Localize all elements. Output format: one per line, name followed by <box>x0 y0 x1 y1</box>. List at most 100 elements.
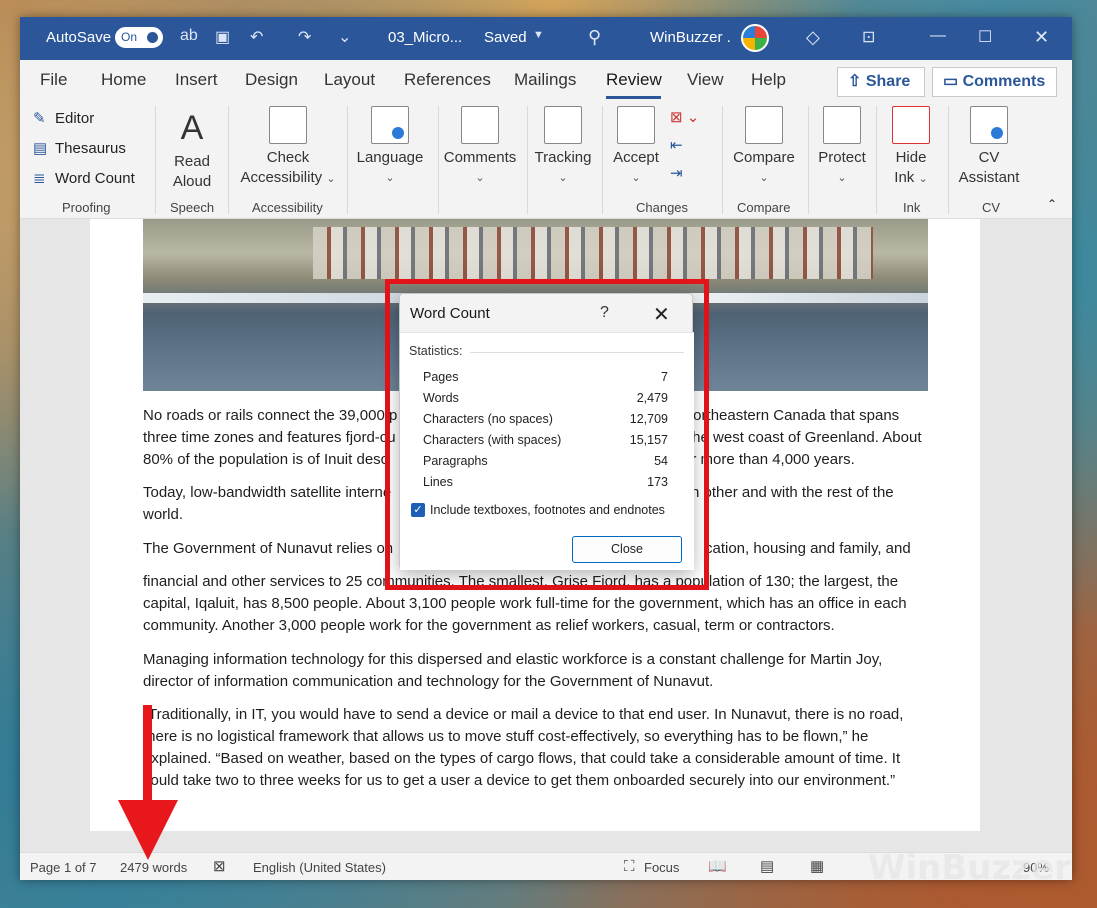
tab-insert[interactable]: Insert <box>175 70 218 90</box>
next-change-icon[interactable]: ⇥ <box>670 164 683 182</box>
text-line: “Traditionally, in IT, you would have to… <box>143 706 904 723</box>
text-line: explained. “Based on weather, based on t… <box>143 750 901 767</box>
tracking-button[interactable]: Tracking ⌄ <box>532 106 594 188</box>
comment-icon: ▭ <box>943 73 963 90</box>
language-indicator[interactable]: English (United States) <box>253 860 386 875</box>
tab-design[interactable]: Design <box>245 70 298 90</box>
tab-view[interactable]: View <box>687 70 724 90</box>
tab-help[interactable]: Help <box>751 70 786 90</box>
accept-label: Accept <box>613 149 659 166</box>
stat-label: Characters (with spaces) <box>423 433 562 447</box>
protect-button[interactable]: Protect ⌄ <box>814 106 870 188</box>
chevron-down-icon[interactable]: ▼ <box>533 29 544 41</box>
close-window-icon[interactable]: ✕ <box>1034 27 1049 48</box>
stat-row-words: Words 2,479 <box>423 391 668 405</box>
comments-button[interactable]: ▭ Comments <box>932 67 1057 97</box>
group-label-accessibility: Accessibility <box>252 200 323 215</box>
stat-label: Lines <box>423 475 453 489</box>
language-label: Language <box>356 149 424 166</box>
tab-home[interactable]: Home <box>101 70 146 90</box>
proofing-status-icon[interactable]: ⊠ <box>213 857 226 875</box>
check-label-1: Check <box>266 149 310 166</box>
dialog-title: Word Count <box>410 305 490 322</box>
reject-icon[interactable]: ⊠ ⌄ <box>670 108 699 126</box>
search-icon[interactable]: ⚲ <box>588 27 601 48</box>
hide-ink-button[interactable]: Hide Ink ⌄ <box>886 106 936 189</box>
read-aloud-icon: A <box>180 109 204 147</box>
spelling-icon[interactable]: ab <box>180 27 198 45</box>
text-line: the west coast of Greenland. About <box>688 429 922 446</box>
include-textboxes-checkbox[interactable]: ✓ <box>411 503 425 517</box>
word-count-button[interactable]: ≣ Word Count <box>33 169 135 187</box>
focus-label[interactable]: Focus <box>644 860 679 875</box>
share-button[interactable]: ⇧ Share <box>837 67 925 97</box>
read-mode-icon[interactable]: 📖 <box>708 857 727 875</box>
accept-button[interactable]: Accept ⌄ <box>608 106 664 188</box>
web-layout-icon[interactable]: ▦ <box>810 857 824 875</box>
avatar[interactable] <box>741 24 769 52</box>
autosave-toggle[interactable]: On <box>115 27 163 48</box>
save-icon[interactable]: ▣ <box>215 27 230 47</box>
redo-icon[interactable]: ↷ <box>298 27 311 47</box>
read-aloud-label-1: Read <box>174 153 210 170</box>
linkedin-icon <box>970 106 1008 144</box>
ribbon-separator <box>347 106 348 214</box>
user-name[interactable]: WinBuzzer . <box>650 29 731 46</box>
tab-review[interactable]: Review <box>606 70 662 90</box>
thesaurus-button[interactable]: ▤ Thesaurus <box>33 139 126 157</box>
ribbon-tabs: File Home Insert Design Layout Reference… <box>20 60 1072 102</box>
text-line: Managing information technology for this… <box>143 651 883 668</box>
editor-label: Editor <box>55 110 95 127</box>
print-layout-icon[interactable]: ▤ <box>760 857 774 875</box>
text-line: h other and with the rest of the <box>691 484 894 501</box>
document-filename[interactable]: 03_Micro... <box>388 29 462 46</box>
close-button[interactable]: Close <box>572 536 682 563</box>
read-aloud-button[interactable]: A Read Aloud <box>168 104 216 192</box>
diamond-icon[interactable]: ◇ <box>806 27 820 48</box>
accessibility-icon <box>269 106 307 144</box>
watermark-logo: WinBuzzer <box>868 848 1071 888</box>
text-line: could take two to three weeks for us to … <box>143 772 896 789</box>
previous-change-icon[interactable]: ⇤ <box>670 136 683 154</box>
customize-qat-icon[interactable]: ⌄ <box>338 27 351 47</box>
ribbon-display-icon[interactable]: ⊡ <box>862 27 875 47</box>
stat-row-pages: Pages 7 <box>423 370 668 384</box>
language-button[interactable]: Language ⌄ <box>356 106 424 188</box>
text-line: three time zones and features fjord-cu <box>143 429 396 446</box>
thesaurus-icon: ▤ <box>33 140 48 157</box>
divider <box>470 352 684 353</box>
undo-icon[interactable]: ↶ <box>250 27 263 47</box>
tab-mailings[interactable]: Mailings <box>514 70 576 90</box>
compare-label: Compare <box>733 149 795 166</box>
dialog-body: Statistics: Pages 7 Words 2,479 Characters… <box>400 332 694 570</box>
tab-file[interactable]: File <box>40 70 67 90</box>
tab-references[interactable]: References <box>404 70 491 90</box>
editor-button[interactable]: ✎ Editor <box>33 109 94 127</box>
save-status[interactable]: Saved <box>484 29 527 46</box>
paragraph-6: “Traditionally, in IT, you would have to… <box>143 704 933 792</box>
minimize-icon[interactable]: — <box>930 27 946 45</box>
page-indicator[interactable]: Page 1 of 7 <box>30 860 97 875</box>
cv-assistant-button[interactable]: CV Assistant <box>954 106 1024 188</box>
word-count-indicator[interactable]: 2479 words <box>120 860 187 875</box>
read-aloud-label-2: Aloud <box>172 173 212 190</box>
text-line: community. Another 3,000 people work for… <box>143 617 835 634</box>
accept-icon <box>617 106 655 144</box>
maximize-icon[interactable]: ☐ <box>978 27 992 47</box>
close-icon[interactable]: ✕ <box>653 302 670 327</box>
check-accessibility-button[interactable]: Check Accessibility ⌄ <box>238 106 338 189</box>
ribbon-separator <box>155 106 156 214</box>
tab-layout[interactable]: Layout <box>324 70 375 90</box>
focus-icon[interactable]: ⛶ <box>624 858 635 875</box>
paragraph-5: Managing information technology for this… <box>143 649 933 693</box>
statistics-heading: Statistics: <box>409 344 463 358</box>
help-icon[interactable]: ? <box>600 304 609 322</box>
group-label-ink: Ink <box>903 200 921 215</box>
chevron-down-icon: ⌄ <box>475 172 485 184</box>
collapse-ribbon-icon[interactable]: ⌃ <box>1047 197 1057 211</box>
active-tab-indicator <box>606 96 661 99</box>
share-label: Share <box>865 73 911 90</box>
include-textboxes-label[interactable]: Include textboxes, footnotes and endnote… <box>430 503 665 517</box>
compare-button[interactable]: Compare ⌄ <box>729 106 799 188</box>
comments-ribbon-button[interactable]: Comments ⌄ <box>442 106 518 188</box>
